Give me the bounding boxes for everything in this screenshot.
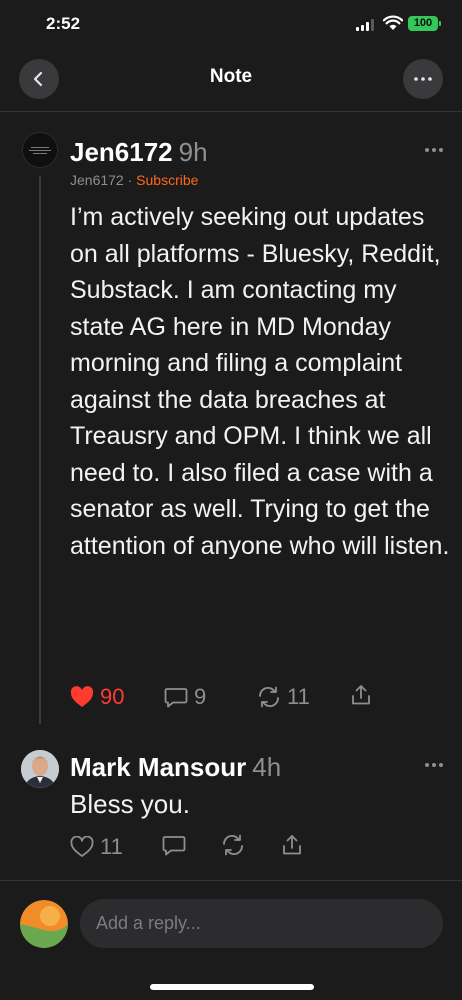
share-icon <box>352 685 370 705</box>
reply-author-name: Mark Mansour <box>70 752 247 782</box>
reply-share-button[interactable] <box>281 834 303 856</box>
author-subline: Jen6172 · Subscribe <box>70 172 198 188</box>
separator-dot: · <box>127 172 133 188</box>
author-handle[interactable]: Jen6172 <box>70 172 124 188</box>
page-title: Note <box>209 66 253 87</box>
reply-time: 4h <box>252 752 282 782</box>
home-indicator[interactable] <box>150 984 314 990</box>
avatar[interactable] <box>22 132 58 168</box>
like-button[interactable]: 90 <box>70 684 124 710</box>
status-time: 2:52 <box>46 14 81 33</box>
reply-menu-icon[interactable] <box>424 762 444 768</box>
note-body: I’m actively seeking out updates on all … <box>70 203 450 560</box>
heart-filled-icon <box>70 686 94 707</box>
reply-comment-button[interactable] <box>162 834 186 856</box>
heart-icon <box>70 836 94 857</box>
share-button[interactable] <box>350 684 372 706</box>
reply-avatar[interactable] <box>21 750 59 788</box>
reply-author[interactable]: Mark Mansour 4h <box>70 752 281 783</box>
ellipsis-icon <box>414 77 432 81</box>
reply-like-button[interactable]: 11 <box>70 834 123 860</box>
reply-input[interactable] <box>80 899 443 948</box>
post-menu-icon[interactable] <box>424 147 444 153</box>
wifi-icon <box>383 15 403 30</box>
subscribe-link[interactable]: Subscribe <box>136 172 198 188</box>
reply-body: Bless you. <box>70 789 190 819</box>
note-author[interactable]: Jen6172 9h <box>70 137 208 168</box>
thread-line <box>39 176 41 724</box>
author-name: Jen6172 <box>70 137 173 167</box>
cellular-signal-icon <box>356 19 376 31</box>
reply-like-count: 11 <box>100 834 123 859</box>
restack-icon <box>223 834 243 856</box>
comment-icon <box>162 836 186 856</box>
status-bar: 2:52 100 <box>0 0 462 52</box>
note-actions: 90 9 11 <box>70 684 390 712</box>
user-avatar[interactable] <box>20 900 68 948</box>
like-count: 90 <box>100 684 125 709</box>
comment-button[interactable]: 9 <box>164 684 206 710</box>
post-time: 9h <box>178 137 208 167</box>
divider <box>0 880 462 881</box>
restack-count: 11 <box>287 684 310 709</box>
reply-actions: 11 <box>70 834 390 862</box>
reply-restack-button[interactable] <box>221 834 245 856</box>
restack-icon <box>259 686 279 708</box>
battery-indicator: 100 <box>408 16 441 31</box>
share-icon <box>283 835 301 855</box>
comment-count: 9 <box>194 684 207 709</box>
comment-icon <box>164 688 188 708</box>
more-options-button[interactable] <box>403 59 443 99</box>
nav-bar: Note <box>0 52 462 112</box>
restack-button[interactable]: 11 <box>257 684 310 710</box>
